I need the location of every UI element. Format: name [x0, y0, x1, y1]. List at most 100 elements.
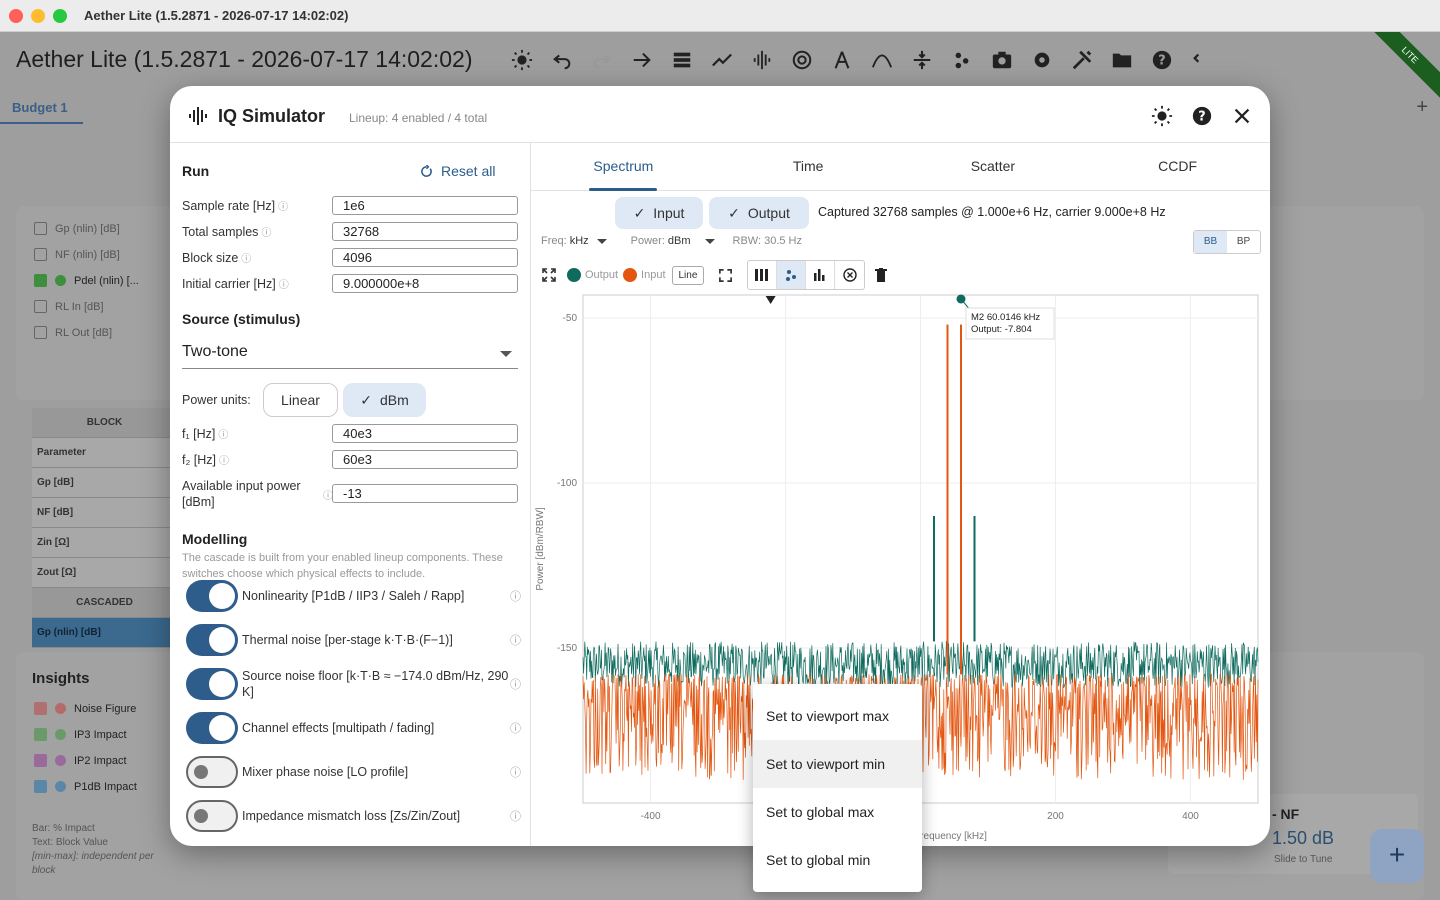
- tools-icon[interactable]: [1062, 48, 1102, 72]
- f2-input[interactable]: 60e3: [332, 450, 518, 469]
- arrow-right-icon[interactable]: [622, 48, 662, 72]
- clear-markers-icon[interactable]: [835, 261, 864, 289]
- source-noise-toggle-row[interactable]: Source noise floor [k·T·B ≈ −174.0 dBm/H…: [186, 668, 521, 700]
- source-noise-toggle[interactable]: [186, 668, 238, 700]
- tab-spectrum[interactable]: Spectrum: [531, 143, 716, 191]
- svg-text:?: ?: [1158, 54, 1165, 69]
- y-tick-label: -150: [557, 643, 577, 654]
- trash-icon[interactable]: [875, 268, 888, 282]
- unit-dbm-button[interactable]: ✓ dBm: [343, 383, 426, 417]
- bandpass-button[interactable]: BP: [1227, 231, 1260, 253]
- background-check-row[interactable]: Gp (nlin) [dB]: [34, 222, 120, 235]
- menu-item-global-min[interactable]: Set to global min: [753, 836, 922, 884]
- thermal-noise-toggle-row[interactable]: Thermal noise [per-stage k·T·B·(F−1)] ⓘ: [186, 624, 521, 656]
- minimize-window-button[interactable]: [31, 8, 45, 23]
- phase-noise-toggle-row[interactable]: Mixer phase noise [LO profile] ⓘ: [186, 756, 521, 788]
- background-check-row[interactable]: RL Out [dB]: [34, 326, 112, 339]
- dialog-header: IQ Simulator Lineup: 4 enabled / 4 total…: [170, 86, 1270, 143]
- close-window-button[interactable]: [9, 8, 23, 23]
- tab-ccdf[interactable]: CCDF: [1085, 143, 1270, 190]
- legend-output[interactable]: Output: [567, 268, 618, 282]
- tab-budget-1[interactable]: Budget 1: [0, 90, 83, 124]
- info-icon: ⓘ: [219, 456, 230, 467]
- bar-chart-icon[interactable]: [806, 261, 836, 289]
- menu-item-viewport-min[interactable]: Set to viewport min: [753, 740, 922, 788]
- table-row: Zout [Ω]: [32, 558, 172, 588]
- nf-card-value: 1.50 dB: [1272, 828, 1335, 848]
- background-check-row[interactable]: NF (nlin) [dB]: [34, 248, 120, 261]
- info-icon: ⓘ: [261, 228, 272, 239]
- menu-item-global-max[interactable]: Set to global max: [753, 788, 922, 836]
- check-icon: ✓: [360, 391, 372, 408]
- scatter-icon[interactable]: [942, 48, 982, 72]
- nonlinearity-toggle-row[interactable]: Nonlinearity [P1dB / IIP3 / Saleh / Rapp…: [186, 580, 521, 612]
- compass-icon[interactable]: [822, 48, 862, 72]
- nonlinearity-toggle[interactable]: [186, 580, 238, 612]
- lite-ribbon: LITE: [1361, 32, 1440, 104]
- channel-effects-toggle-row[interactable]: Channel effects [multipath / fading] ⓘ: [186, 712, 521, 744]
- scatter-icon[interactable]: [777, 261, 807, 289]
- block-size-row: Block size ⓘ 4096: [182, 248, 518, 267]
- output-chip[interactable]: ✓ Output: [709, 197, 809, 229]
- help-icon[interactable]: ?: [1191, 105, 1213, 127]
- close-icon[interactable]: [1231, 105, 1253, 127]
- input-chip[interactable]: ✓ Input: [615, 197, 703, 229]
- line-style-button[interactable]: Line: [671, 265, 705, 285]
- insight-item[interactable]: IP3 Impact: [34, 728, 127, 741]
- menu-item-viewport-max[interactable]: Set to viewport max: [753, 692, 922, 740]
- block-size-input[interactable]: 4096: [332, 248, 518, 267]
- info-icon: ⓘ: [510, 635, 521, 647]
- info-icon: ⓘ: [510, 679, 521, 691]
- input-power-input[interactable]: -13: [332, 484, 518, 503]
- phase-noise-toggle[interactable]: [186, 756, 238, 788]
- camera-icon[interactable]: [982, 48, 1022, 72]
- unit-linear-button[interactable]: Linear: [263, 383, 338, 417]
- expand-icon[interactable]: [541, 267, 557, 283]
- list-icon[interactable]: [662, 48, 702, 72]
- freq-unit-select[interactable]: Freq: kHz: [541, 235, 607, 247]
- plot-controls: Freq: kHz Power: dBm RBW: 30.5 Hz: [541, 235, 802, 247]
- mismatch-toggle-row[interactable]: Impedance mismatch loss [Zs/Zin/Zout] ⓘ: [186, 800, 521, 832]
- thermal-noise-toggle[interactable]: [186, 624, 238, 656]
- fullscreen-icon[interactable]: [718, 268, 733, 283]
- curve-icon[interactable]: [862, 48, 902, 72]
- back-icon[interactable]: [1182, 48, 1222, 72]
- theme-icon[interactable]: [1151, 105, 1173, 127]
- initial-carrier-input[interactable]: 9.000000e+8: [332, 274, 518, 293]
- mismatch-toggle[interactable]: [186, 800, 238, 832]
- legend-input[interactable]: Input: [623, 268, 666, 282]
- undo-icon[interactable]: [542, 48, 582, 72]
- channel-effects-toggle[interactable]: [186, 712, 238, 744]
- power-unit-select[interactable]: Power: dBm: [631, 235, 715, 247]
- reset-all-button[interactable]: Reset all: [420, 163, 495, 179]
- add-tab-button[interactable]: +: [1416, 96, 1428, 119]
- insight-item[interactable]: P1dB Impact: [34, 780, 137, 793]
- background-check-row[interactable]: Pdel (nlin) [...: [34, 274, 139, 287]
- compress-icon[interactable]: [902, 48, 942, 72]
- insights-legend: Bar: % Impact Text: Block Value [min-max…: [32, 823, 154, 876]
- add-fab-button[interactable]: +: [1370, 829, 1424, 883]
- background-check-row[interactable]: RL In [dB]: [34, 300, 104, 313]
- zoom-window-button[interactable]: [53, 8, 67, 23]
- gear-icon[interactable]: [1022, 48, 1062, 72]
- waveform-icon[interactable]: [742, 48, 782, 72]
- rbw-label: RBW: 30.5 Hz: [732, 235, 803, 247]
- insight-item[interactable]: Noise Figure: [34, 702, 136, 715]
- theme-icon[interactable]: [502, 48, 542, 72]
- main-toolbar: ?: [502, 48, 1222, 72]
- baseband-button[interactable]: BB: [1194, 231, 1227, 253]
- tab-time[interactable]: Time: [716, 143, 901, 190]
- columns-icon[interactable]: [748, 261, 778, 289]
- target-icon[interactable]: [782, 48, 822, 72]
- f1-input[interactable]: 40e3: [332, 424, 518, 443]
- trend-icon[interactable]: [702, 48, 742, 72]
- redo-icon[interactable]: [582, 48, 622, 72]
- results-tabs: Spectrum Time Scatter CCDF: [531, 143, 1270, 191]
- total-samples-input[interactable]: 32768: [332, 222, 518, 241]
- source-type-select[interactable]: Two-tone: [182, 339, 518, 369]
- sample-rate-input[interactable]: 1e6: [332, 196, 518, 215]
- folder-icon[interactable]: [1102, 48, 1142, 72]
- tab-scatter[interactable]: Scatter: [901, 143, 1086, 190]
- help-icon[interactable]: ?: [1142, 48, 1182, 72]
- insight-item[interactable]: IP2 Impact: [34, 754, 127, 767]
